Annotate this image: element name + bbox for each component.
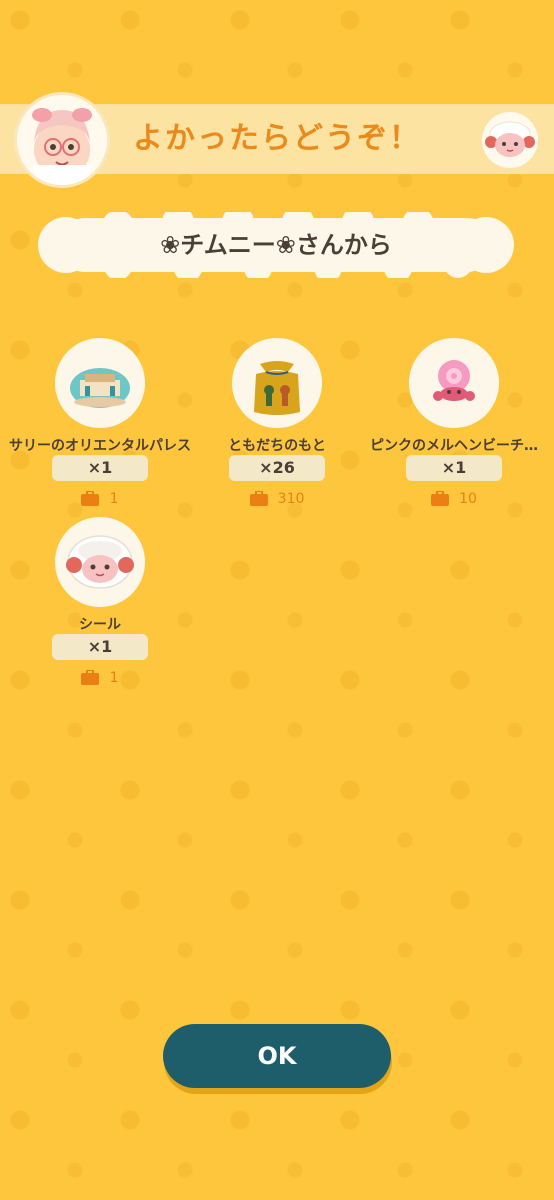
bag-icon bbox=[81, 670, 100, 685]
gift-item-image bbox=[409, 338, 499, 428]
oriental-palace-icon bbox=[55, 338, 145, 428]
gift-item-name: シール bbox=[79, 617, 121, 633]
bag-count: 310 bbox=[277, 490, 305, 507]
bag-icon bbox=[431, 491, 450, 506]
gift-item-name: ともだちのもと bbox=[228, 438, 326, 454]
player-avatar bbox=[14, 92, 110, 188]
gift-item-quantity: ×1 bbox=[52, 634, 148, 660]
bag-icon bbox=[249, 491, 268, 506]
sender-label: ❀チムニー❀さんから bbox=[160, 231, 392, 259]
gift-item-image bbox=[55, 517, 145, 607]
gift-item-quantity: ×1 bbox=[52, 455, 148, 481]
gift-item[interactable]: ともだちのもと ×26 310 bbox=[185, 338, 369, 508]
pink-hermit-crab-icon bbox=[409, 338, 499, 428]
gift-item[interactable]: シール ×1 1 bbox=[8, 517, 192, 687]
gift-item-quantity: ×1 bbox=[406, 455, 502, 481]
gift-item-quantity: ×26 bbox=[229, 455, 325, 481]
bag-count-row: 310 bbox=[185, 489, 369, 507]
gift-item-name: ピンクのメルヘンビーチ… bbox=[370, 438, 538, 454]
sheep-villager-icon bbox=[482, 112, 538, 168]
bag-count-row: 1 bbox=[8, 489, 192, 507]
gift-item-image bbox=[55, 338, 145, 428]
bag-count-row: 10 bbox=[362, 489, 546, 507]
bag-icon bbox=[81, 491, 100, 506]
bag-count: 1 bbox=[109, 669, 119, 686]
gift-item[interactable]: サリーのオリエンタルパレス ×1 1 bbox=[8, 338, 192, 508]
player-face-icon bbox=[17, 95, 107, 185]
sheep-sticker-icon bbox=[55, 517, 145, 607]
bag-count-row: 1 bbox=[8, 668, 192, 686]
villager-avatar bbox=[482, 112, 538, 168]
gift-item[interactable]: ピンクのメルヘンビーチ… ×1 10 bbox=[362, 338, 546, 508]
gift-item-name: サリーのオリエンタルパレス bbox=[9, 438, 191, 454]
gift-item-image bbox=[232, 338, 322, 428]
friend-powder-bag-icon bbox=[232, 338, 322, 428]
ok-button[interactable]: OK bbox=[163, 1024, 391, 1088]
bag-count: 1 bbox=[109, 490, 119, 507]
bag-count: 10 bbox=[459, 490, 477, 507]
